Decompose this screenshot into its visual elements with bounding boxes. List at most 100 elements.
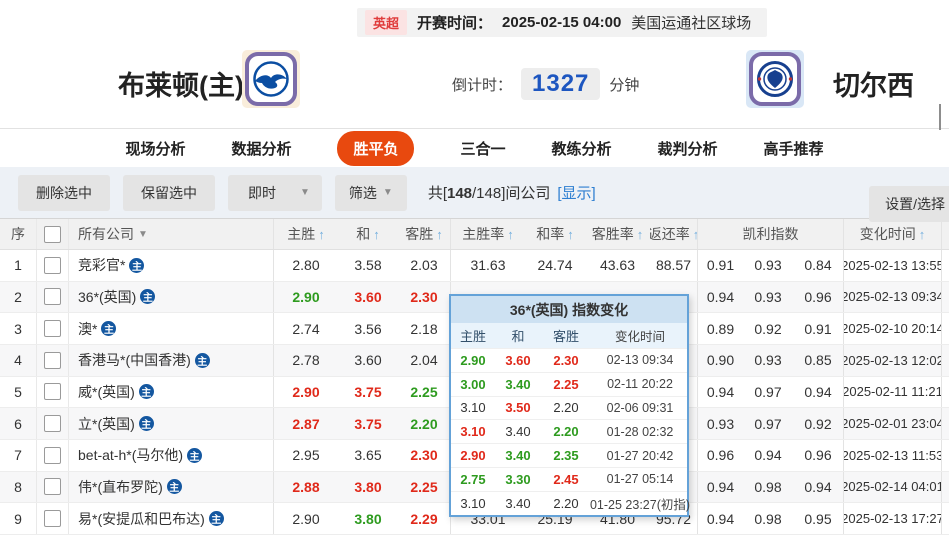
draw-odds[interactable]: 3.75 — [338, 377, 398, 408]
col-draw-rate[interactable]: 和率 ↑ — [525, 219, 585, 249]
filter-button[interactable]: 筛选 ▼ — [335, 175, 407, 211]
company-name[interactable]: bet-at-h*(马尔他) — [78, 445, 183, 465]
popup-title: 36*(英国) 指数变化 — [451, 296, 687, 323]
table-header-row: 序 所有公司 ▼ 主胜 ↑ 和 ↑ 客胜 ↑ 主胜率 ↑ — [0, 218, 949, 250]
home-odds[interactable]: 2.74 — [273, 313, 338, 344]
home-odds[interactable]: 2.78 — [273, 345, 338, 376]
home-odds[interactable]: 2.95 — [273, 440, 338, 471]
company-name[interactable]: 竞彩官* — [78, 255, 125, 275]
tab-expert-picks[interactable]: 高手推荐 — [764, 138, 824, 159]
popup-draw-odds: 3.40 — [495, 373, 541, 396]
company-name[interactable]: 香港马*(中国香港) — [78, 350, 191, 370]
draw-odds[interactable]: 3.65 — [338, 440, 398, 471]
home-badge-icon: 主 — [101, 321, 116, 336]
home-odds[interactable]: 2.90 — [273, 503, 338, 534]
company-name[interactable]: 易*(安提瓜和巴布达) — [78, 509, 205, 529]
row-checkbox[interactable] — [44, 257, 61, 274]
away-odds[interactable]: 2.25 — [398, 377, 450, 408]
instant-dropdown[interactable]: 即时 ▼ — [228, 175, 322, 211]
row-checkbox[interactable] — [44, 352, 61, 369]
draw-odds[interactable]: 3.75 — [338, 408, 398, 439]
draw-odds[interactable]: 3.60 — [338, 282, 398, 313]
row-checkbox[interactable] — [44, 510, 61, 527]
away-odds[interactable]: 2.18 — [398, 313, 450, 344]
overflow-stub — [941, 313, 949, 344]
draw-odds[interactable]: 3.80 — [338, 472, 398, 503]
away-odds[interactable]: 2.20 — [398, 408, 450, 439]
tab-live-analysis[interactable]: 现场分析 — [125, 138, 185, 159]
draw-odds[interactable]: 3.80 — [338, 503, 398, 534]
row-checkbox-cell — [36, 472, 68, 503]
company-name[interactable]: 立*(英国) — [78, 414, 135, 434]
col-company[interactable]: 所有公司 ▼ — [68, 219, 273, 249]
kelly-index-2: 0.97 — [743, 408, 793, 439]
row-number: 1 — [0, 250, 36, 281]
row-checkbox[interactable] — [44, 415, 61, 432]
row-checkbox-cell — [36, 503, 68, 534]
col-away-odds-label: 客胜 — [405, 224, 433, 244]
popup-home-odds: 3.10 — [451, 492, 495, 515]
kelly-index-2: 0.94 — [743, 440, 793, 471]
tab-three-in-one[interactable]: 三合一 — [460, 138, 505, 159]
row-checkbox[interactable] — [44, 320, 61, 337]
away-odds[interactable]: 2.25 — [398, 472, 450, 503]
row-checkbox[interactable] — [44, 478, 61, 495]
col-away-odds[interactable]: 客胜 ↑ — [398, 219, 450, 249]
away-odds[interactable]: 2.03 — [398, 250, 450, 281]
show-link[interactable]: [显示] — [557, 185, 595, 202]
col-draw-odds[interactable]: 和 ↑ — [338, 219, 398, 249]
col-draw-rate-label: 和率 — [536, 224, 564, 244]
select-all-checkbox[interactable] — [44, 226, 61, 243]
home-odds[interactable]: 2.90 — [273, 282, 338, 313]
popup-draw-odds: 3.40 — [495, 420, 541, 443]
tab-win-draw-loss[interactable]: 胜平负 — [337, 131, 414, 166]
row-checkbox[interactable] — [44, 383, 61, 400]
keep-selected-button[interactable]: 保留选中 — [123, 175, 215, 211]
col-payout-rate-label: 返还率 — [650, 224, 690, 244]
overflow-stub — [941, 503, 949, 534]
home-odds[interactable]: 2.80 — [273, 250, 338, 281]
col-kelly-index: 凯利指数 — [697, 219, 843, 249]
draw-odds[interactable]: 3.60 — [338, 345, 398, 376]
company-name[interactable]: 威*(英国) — [78, 382, 135, 402]
away-odds[interactable]: 2.30 — [398, 282, 450, 313]
draw-odds[interactable]: 3.56 — [338, 313, 398, 344]
home-odds[interactable]: 2.88 — [273, 472, 338, 503]
col-home-odds[interactable]: 主胜 ↑ — [273, 219, 338, 249]
tab-coach-analysis[interactable]: 教练分析 — [552, 138, 612, 159]
popup-home-odds: 3.10 — [451, 420, 495, 443]
company-name[interactable]: 伟*(直布罗陀) — [78, 477, 163, 497]
sort-up-icon: ↑ — [436, 227, 443, 242]
draw-odds[interactable]: 3.58 — [338, 250, 398, 281]
row-checkbox[interactable] — [44, 288, 61, 305]
delete-selected-button[interactable]: 删除选中 — [18, 175, 110, 211]
away-odds[interactable]: 2.29 — [398, 503, 450, 534]
row-checkbox-cell — [36, 377, 68, 408]
popup-home-odds: 2.75 — [451, 468, 495, 491]
tab-referee-analysis[interactable]: 裁判分析 — [658, 138, 718, 159]
tab-data-analysis[interactable]: 数据分析 — [231, 138, 291, 159]
popup-change-time: 02-13 09:34 — [591, 349, 687, 372]
popup-draw-odds: 3.40 — [495, 492, 541, 515]
popup-home-odds: 3.10 — [451, 397, 495, 420]
row-checkbox[interactable] — [44, 447, 61, 464]
popup-away-odds: 2.35 — [541, 444, 591, 467]
company-name[interactable]: 澳* — [78, 319, 97, 339]
col-change-time[interactable]: 变化时间 ↑ — [843, 219, 941, 249]
company-name[interactable]: 36*(英国) — [78, 287, 136, 307]
popup-away-odds: 2.30 — [541, 349, 591, 372]
col-away-rate[interactable]: 客胜率 ↑ — [585, 219, 650, 249]
overflow-stub — [941, 377, 949, 408]
col-home-rate[interactable]: 主胜率 ↑ — [450, 219, 525, 249]
away-odds[interactable]: 2.04 — [398, 345, 450, 376]
popup-change-time: 01-25 23:27(初指) — [591, 492, 687, 515]
col-payout-rate[interactable]: 返还率 ↑ — [650, 219, 697, 249]
popup-row: 2.753.302.4501-27 05:14 — [451, 467, 687, 491]
settings-select-button[interactable]: 设置/选择 — [869, 186, 949, 222]
table-toolbar: 删除选中 保留选中 即时 ▼ 筛选 ▼ 共[148/148]间公司[显示] — [0, 167, 949, 218]
home-odds[interactable]: 2.90 — [273, 377, 338, 408]
away-odds[interactable]: 2.30 — [398, 440, 450, 471]
home-odds[interactable]: 2.87 — [273, 408, 338, 439]
scrollbar-fragment[interactable] — [939, 104, 941, 130]
popup-change-time: 01-27 20:42 — [591, 444, 687, 467]
